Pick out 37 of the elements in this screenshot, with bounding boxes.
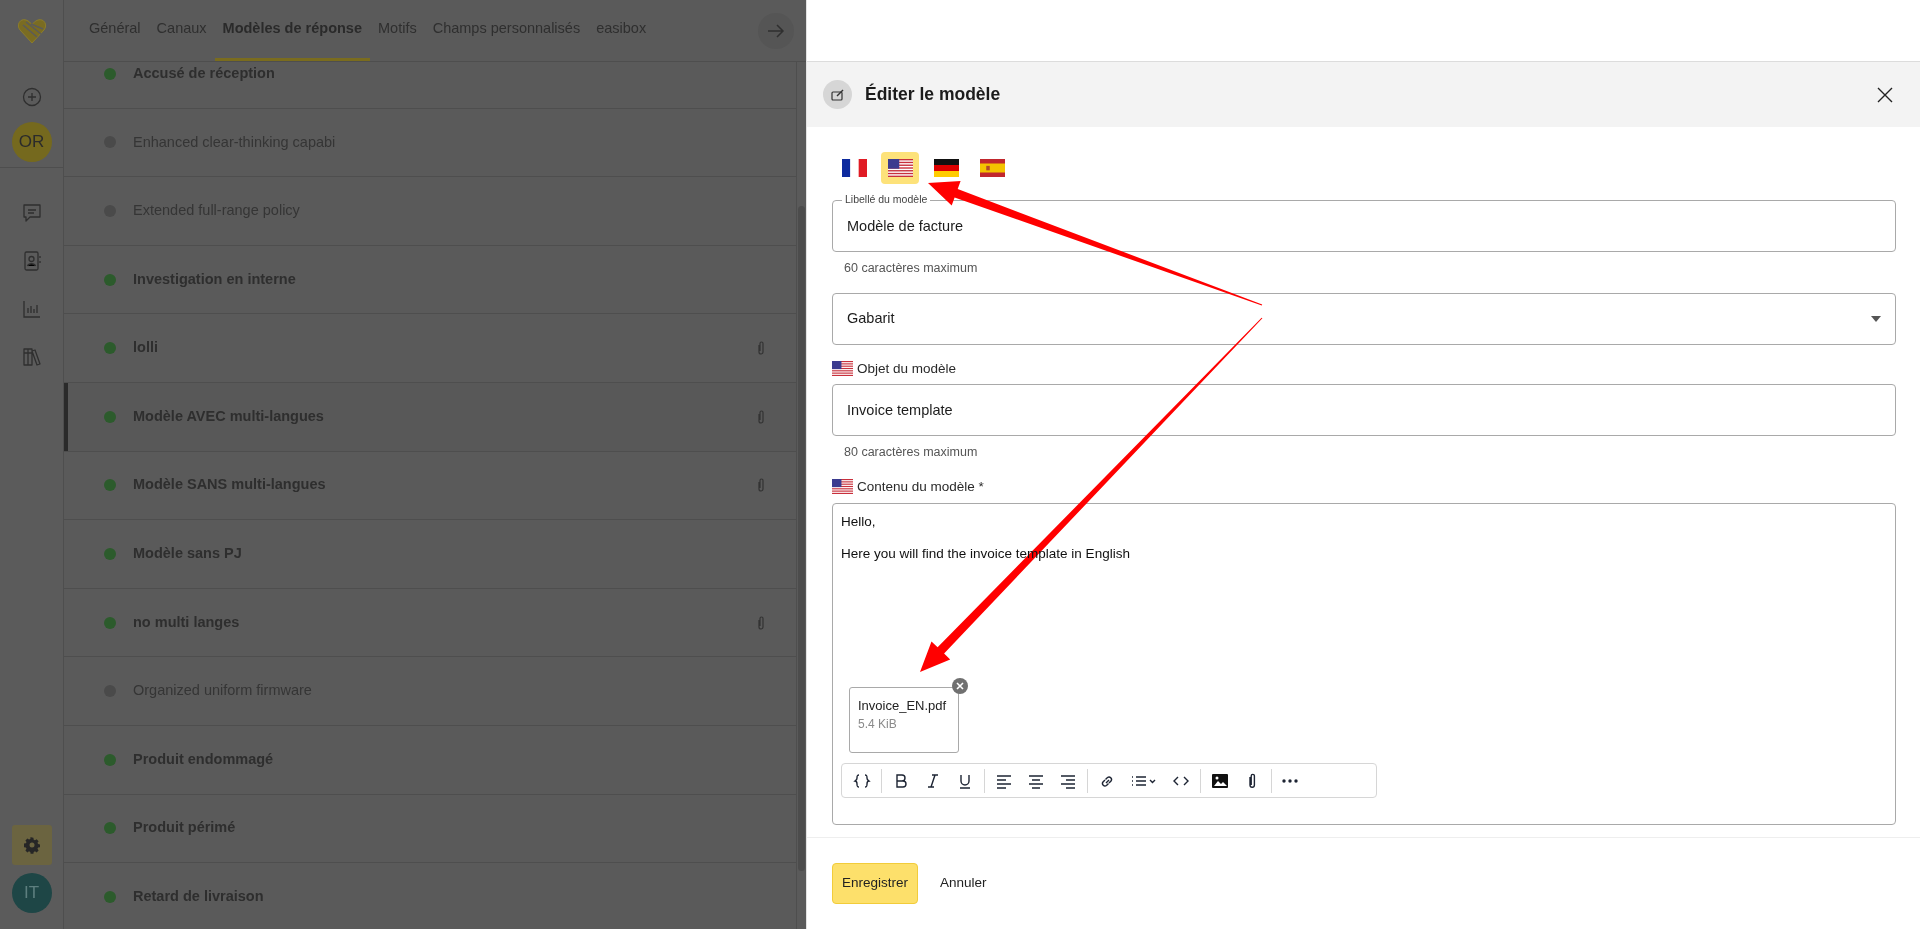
editor-text: Hello, bbox=[841, 513, 876, 531]
field-label: Objet du modèle bbox=[857, 359, 957, 378]
settings-button[interactable] bbox=[11, 825, 52, 865]
flag-icon bbox=[979, 159, 1005, 177]
flag-icon bbox=[832, 479, 853, 495]
hint-text: 60 caractères maximum bbox=[843, 260, 979, 277]
field-label: Libellé du modèle bbox=[842, 192, 931, 206]
variable-icon bbox=[853, 771, 871, 790]
heart-logo-icon bbox=[16, 17, 47, 45]
settings-icon bbox=[22, 836, 41, 854]
input-field[interactable]: Invoice template bbox=[832, 384, 1896, 436]
dropdown-caret-icon bbox=[1871, 315, 1881, 322]
scrollbar-thumb[interactable] bbox=[798, 206, 805, 871]
field-label: Contenu du modèle * bbox=[857, 477, 984, 496]
more-icon bbox=[1282, 778, 1298, 783]
flag-icon bbox=[832, 361, 853, 377]
arrow-right-icon bbox=[767, 23, 785, 38]
account-avatar[interactable]: IT bbox=[11, 873, 52, 913]
close-icon bbox=[1877, 86, 1893, 103]
language-button[interactable] bbox=[881, 152, 919, 184]
edit-icon bbox=[830, 88, 845, 101]
hint-text: 80 caractères maximum bbox=[843, 444, 979, 461]
remove-button[interactable] bbox=[952, 678, 968, 694]
file-size: 5.4 KiB bbox=[858, 717, 898, 731]
flag-icon bbox=[887, 159, 913, 177]
image-icon bbox=[1211, 771, 1229, 790]
cancel-button[interactable]: Annuler bbox=[926, 863, 1001, 904]
flag-icon bbox=[841, 159, 867, 177]
file-name: Invoice_EN.pdf bbox=[858, 698, 948, 714]
attachment-card[interactable]: Invoice_EN.pdf 5.4 KiB bbox=[849, 687, 959, 753]
flag-icon bbox=[933, 159, 959, 177]
save-button[interactable]: Enregistrer bbox=[832, 863, 919, 904]
dropdown-value: Gabarit bbox=[847, 308, 895, 328]
user-avatar[interactable]: OR bbox=[11, 122, 52, 162]
close-icon bbox=[956, 682, 964, 690]
template-dropdown[interactable]: Gabarit bbox=[832, 292, 1896, 345]
dialog-title: Éditer le modèle bbox=[865, 82, 1002, 107]
